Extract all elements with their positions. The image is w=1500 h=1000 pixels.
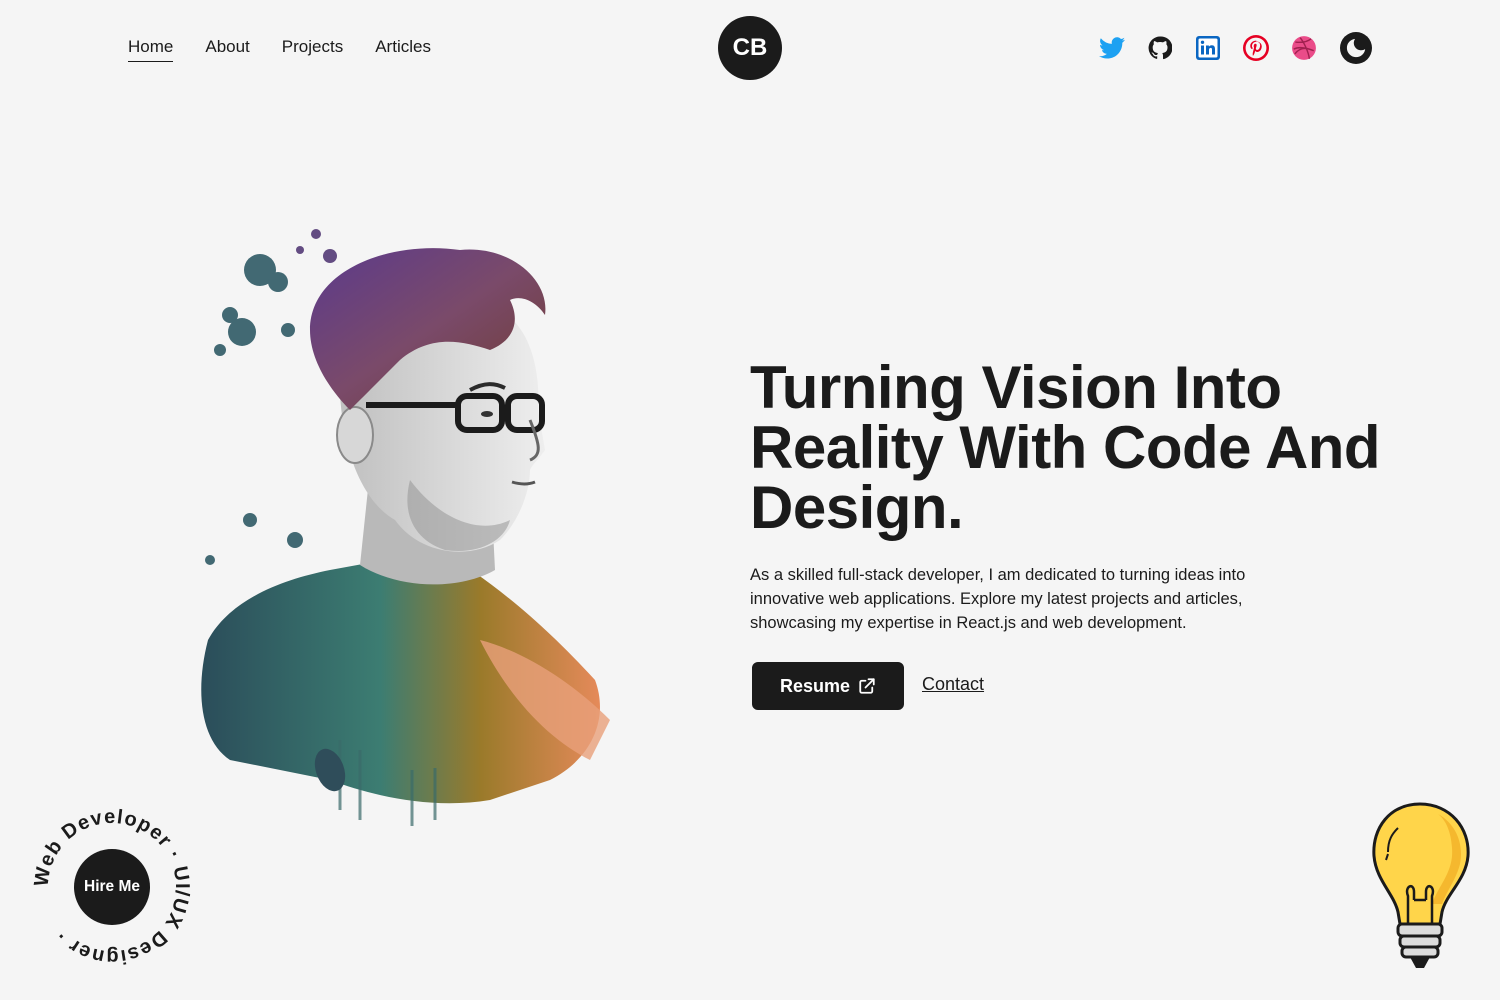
hire-me-button[interactable]: Hire Me <box>74 849 150 925</box>
nav-projects[interactable]: Projects <box>282 36 343 62</box>
twitter-icon[interactable] <box>1096 32 1128 64</box>
pinterest-icon[interactable] <box>1240 32 1272 64</box>
github-icon[interactable] <box>1144 32 1176 64</box>
resume-button[interactable]: Resume <box>752 662 904 710</box>
lightbulb-icon <box>1372 802 1470 968</box>
linkedin-icon[interactable] <box>1192 32 1224 64</box>
contact-link[interactable]: Contact <box>922 674 984 695</box>
profile-portrait-image <box>201 229 610 826</box>
hero-description: As a skilled full-stack developer, I am … <box>750 566 1246 632</box>
resume-label: Resume <box>779 675 851 696</box>
main-nav: Home About Projects Articles <box>128 36 431 62</box>
theme-toggle[interactable] <box>1340 32 1372 64</box>
hero-title: Turning Vision Into Reality With Code An… <box>750 354 1381 541</box>
moon-icon <box>1346 38 1366 58</box>
hire-me-badge: Web Developer · UI/UX Designer · Hire Me <box>30 806 192 968</box>
dribbble-icon[interactable] <box>1288 32 1320 64</box>
nav-home[interactable]: Home <box>128 36 174 62</box>
external-link-icon <box>859 678 875 694</box>
nav-about[interactable]: About <box>205 36 249 62</box>
site-logo[interactable]: CB <box>718 16 782 80</box>
nav-articles[interactable]: Articles <box>375 36 431 62</box>
